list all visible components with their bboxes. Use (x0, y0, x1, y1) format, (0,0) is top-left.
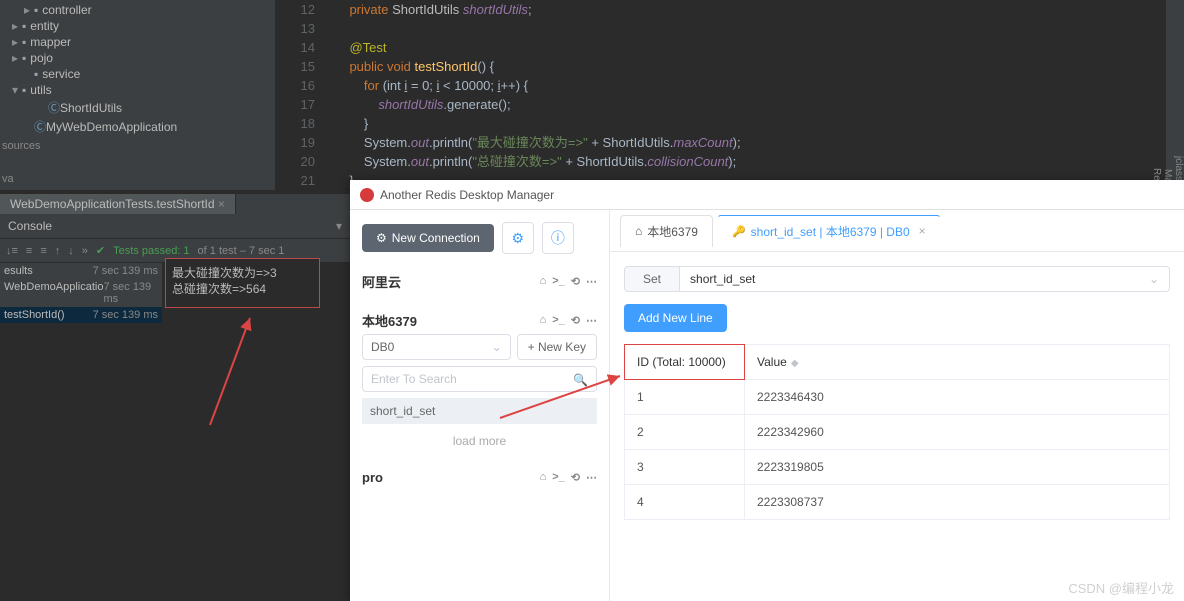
type-badge: Set (624, 266, 679, 292)
connection-header[interactable]: 本地6379 ⌂ >_ ⟲ ⋯ (362, 307, 597, 334)
app-logo-icon (360, 188, 374, 202)
search-input[interactable]: Enter To Search🔍 (362, 366, 597, 392)
tree-label: MyWebDemoApplication (46, 120, 177, 134)
key-item[interactable]: short_id_set (362, 398, 597, 424)
output-line: 总碰撞次数=>564 (172, 281, 313, 297)
settings-icon-button[interactable]: ⚙ (502, 222, 534, 254)
menu-icon[interactable]: ⋯ (586, 314, 597, 327)
chevron-down-icon: ⌄ (492, 340, 502, 354)
code-editor[interactable]: 12131415161718192021 private ShortIdUtil… (275, 0, 1164, 185)
collapse-icon[interactable]: ≡ (40, 245, 46, 257)
content-tab[interactable]: 🔑short_id_set | 本地6379 | DB0× (717, 215, 941, 247)
check-icon: ✔ (96, 244, 105, 257)
gutter: 12131415161718192021 (275, 0, 335, 190)
menu-icon[interactable]: ⋯ (586, 471, 597, 484)
add-new-line-button[interactable]: Add New Line (624, 304, 727, 332)
tests-passed-sub: of 1 test – 7 sec 1 (198, 245, 285, 257)
table-row[interactable]: 32223319805 (625, 450, 1170, 485)
down-icon[interactable]: ↓ (68, 245, 74, 257)
java-label: va (0, 173, 14, 185)
table-row[interactable]: 42223308737 (625, 485, 1170, 520)
watermark: CSDN @编程小龙 (1068, 578, 1174, 597)
table-row[interactable]: 22223342960 (625, 415, 1170, 450)
run-tab-bar: WebDemoApplicationTests.testShortId × (0, 193, 350, 215)
project-tree[interactable]: ▸▪controller ▸▪entity ▸▪mapper ▸▪pojo ▪s… (0, 0, 275, 190)
result-row[interactable]: WebDemoApplicatio7 sec 139 ms (0, 279, 162, 307)
db-select[interactable]: DB0⌄ (362, 334, 511, 360)
tree-label: mapper (30, 35, 71, 49)
test-results[interactable]: esults7 sec 139 ms WebDemoApplicatio7 se… (0, 263, 162, 323)
up-icon[interactable]: ↑ (55, 245, 61, 257)
window-title: Another Redis Desktop Manager (380, 188, 554, 202)
tree-item[interactable]: ▸▪pojo (0, 50, 275, 66)
run-tab[interactable]: WebDemoApplicationTests.testShortId × (0, 194, 236, 214)
chevron-down-icon: ⌄ (1149, 272, 1159, 286)
expand-icon[interactable]: ≡ (26, 245, 32, 257)
tree-label: pojo (30, 51, 53, 65)
gear-icon: ⚙ (376, 231, 387, 245)
home-icon[interactable]: ⌂ (540, 314, 547, 327)
connection-header[interactable]: 阿里云 ⌂ >_ ⟲ ⋯ (362, 268, 597, 295)
connection-name: pro (362, 470, 383, 485)
sources-label: sources (0, 140, 41, 152)
data-table: ID (Total: 10000) Value◆ 12223346430 222… (624, 344, 1170, 520)
content-tab[interactable]: ⌂本地6379 (620, 215, 713, 247)
home-icon[interactable]: ⌂ (540, 471, 547, 484)
connection-header[interactable]: pro ⌂ >_ ⟲ ⋯ (362, 466, 597, 489)
window-titlebar[interactable]: Another Redis Desktop Manager (350, 180, 1184, 210)
console-header[interactable]: Console▾ (0, 215, 350, 239)
home-icon[interactable]: ⌂ (540, 275, 547, 288)
code-lines: private ShortIdUtils shortIdUtils; @Test… (335, 0, 1164, 190)
sort-icon[interactable]: ◆ (791, 358, 799, 369)
redis-manager-window: Another Redis Desktop Manager ⚙New Conne… (350, 180, 1184, 601)
new-connection-button[interactable]: ⚙New Connection (362, 224, 494, 252)
info-icon-button[interactable]: ⓘ (542, 222, 574, 254)
load-more[interactable]: load more (362, 428, 597, 454)
tree-label: utils (30, 83, 51, 97)
refresh-icon[interactable]: ⟲ (571, 314, 580, 327)
terminal-icon[interactable]: >_ (552, 275, 565, 288)
filter-icon[interactable]: ↓≡ (6, 245, 18, 257)
console-output: 最大碰撞次数为=>3 总碰撞次数=>564 (165, 258, 320, 308)
tree-item[interactable]: Ⓒ ShortIdUtils (0, 98, 275, 117)
connection-name: 阿里云 (362, 272, 401, 291)
result-row[interactable]: testShortId()7 sec 139 ms (0, 307, 162, 323)
tab-label: WebDemoApplicationTests.testShortId (10, 197, 215, 211)
refresh-icon[interactable]: ⟲ (571, 471, 580, 484)
tests-passed: Tests passed: 1 (113, 245, 189, 257)
tree-item[interactable]: Ⓒ MyWebDemoApplication (0, 117, 275, 136)
redis-content: ⌂本地6379 🔑short_id_set | 本地6379 | DB0× Se… (610, 210, 1184, 601)
content-tabs: ⌂本地6379 🔑short_id_set | 本地6379 | DB0× (610, 210, 1184, 252)
tree-item[interactable]: ▾▪utils (0, 82, 275, 98)
key-icon: 🔑 (732, 225, 746, 238)
column-id[interactable]: ID (Total: 10000) (625, 345, 745, 380)
tree-item[interactable]: ▸▪entity (0, 18, 275, 34)
table-row[interactable]: 12223346430 (625, 380, 1170, 415)
output-line: 最大碰撞次数为=>3 (172, 265, 313, 281)
tree-label: ShortIdUtils (60, 101, 122, 115)
redis-sidebar: ⚙New Connection ⚙ ⓘ 阿里云 ⌂ >_ ⟲ ⋯ 本地6379 ⌂ >_… (350, 210, 610, 601)
connection-name: 本地6379 (362, 311, 417, 330)
close-icon[interactable]: × (919, 224, 926, 238)
terminal-icon[interactable]: >_ (552, 471, 565, 484)
tree-label: controller (42, 3, 91, 17)
console-title: Console (8, 219, 52, 233)
annotation-arrow (200, 310, 260, 430)
refresh-icon[interactable]: ⟲ (571, 275, 580, 288)
new-key-button[interactable]: + New Key (517, 334, 597, 360)
menu-icon[interactable]: ⋯ (586, 275, 597, 288)
terminal-icon[interactable]: >_ (552, 314, 565, 327)
home-icon: ⌂ (635, 224, 642, 238)
tree-item[interactable]: ▸▪mapper (0, 34, 275, 50)
tree-item[interactable]: ▸▪controller (0, 2, 275, 18)
key-name-input[interactable]: short_id_set⌄ (679, 266, 1170, 292)
tree-label: service (42, 67, 80, 81)
tree-item[interactable]: ▪service (0, 66, 275, 82)
result-row[interactable]: esults7 sec 139 ms (0, 263, 162, 279)
tree-label: entity (30, 19, 59, 33)
search-icon: 🔍 (573, 373, 588, 387)
column-value[interactable]: Value◆ (745, 345, 1170, 380)
